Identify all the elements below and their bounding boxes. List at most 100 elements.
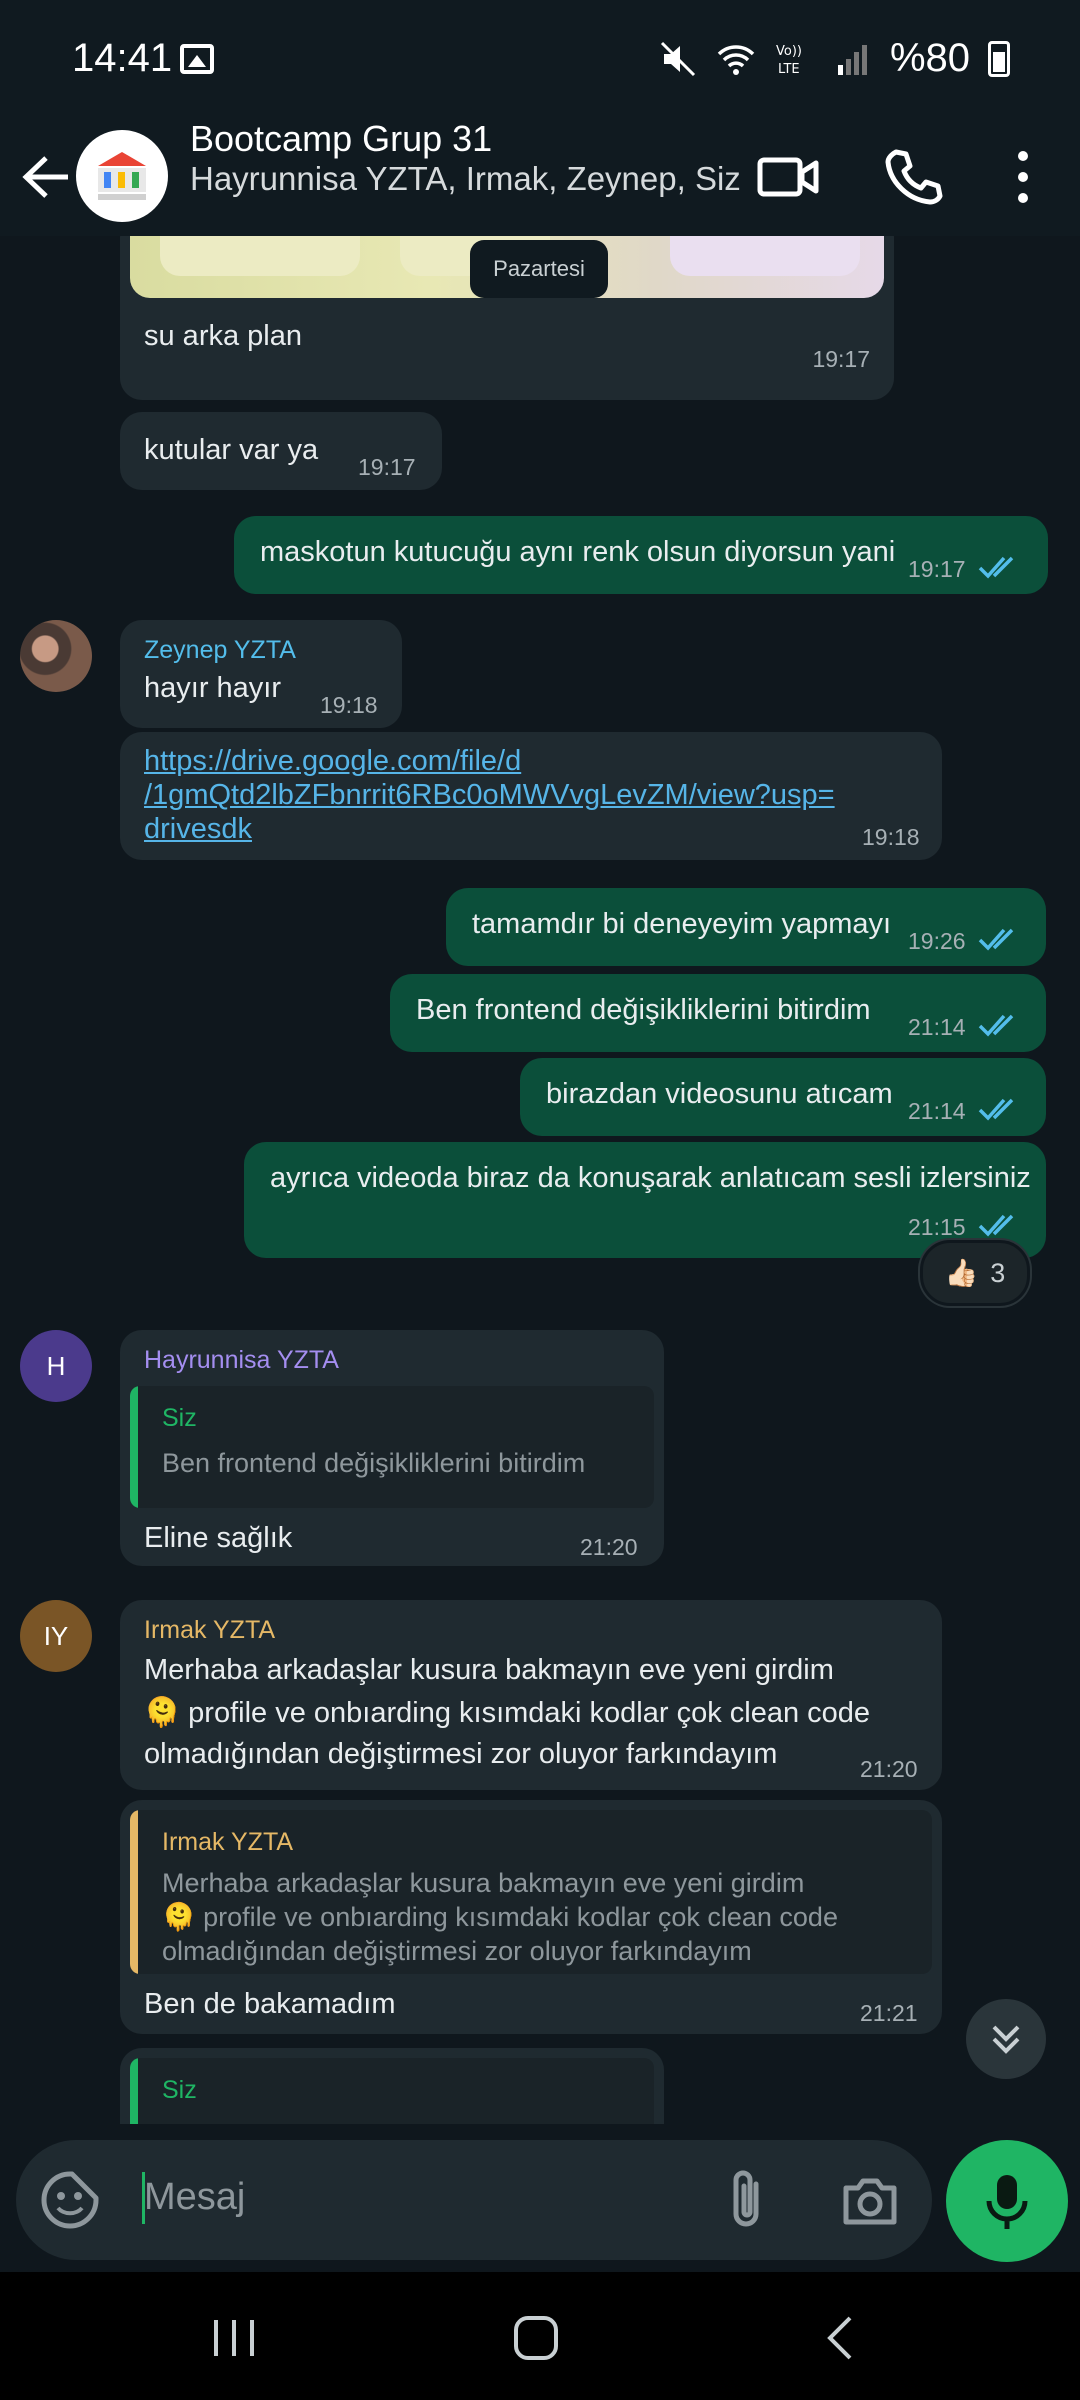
message-text: Eline sağlık	[144, 1522, 293, 1554]
message-time: 21:14	[908, 1098, 966, 1124]
wifi-icon	[717, 44, 755, 75]
quoted-text: Ben frontend değişikliklerini bitirdim	[162, 1448, 586, 1478]
more-options-icon[interactable]	[988, 142, 1058, 212]
camera-icon[interactable]	[838, 2168, 902, 2232]
message-bubble[interactable]: tamamdır bi deneyeyim yapmayı 19:26	[446, 888, 1046, 966]
read-receipt-icon	[978, 556, 1014, 579]
message-input[interactable]: Mesaj	[144, 2176, 245, 2219]
sender-name[interactable]: Irmak YZTA	[144, 1616, 275, 1645]
user-avatar-hayrunnisa[interactable]: H	[20, 1330, 92, 1402]
volte-icon: Vo)) LTE	[776, 44, 802, 77]
shared-link-line-3[interactable]: drivesdk	[144, 812, 252, 846]
message-text: su arka plan	[144, 320, 302, 352]
quoted-text-line: 🫠 profile ve onbıarding kısımdaki kodlar…	[162, 1902, 838, 1932]
message-time: 19:17	[812, 346, 870, 372]
group-avatar[interactable]	[76, 130, 168, 222]
message-bubble[interactable]: Irmak YZTA Merhaba arkadaşlar kusura bak…	[120, 1600, 942, 1790]
message-bubble[interactable]: maskotun kutucuğu aynı renk olsun diyors…	[234, 516, 1048, 594]
svg-text:LTE: LTE	[778, 62, 800, 77]
gallery-notification-icon	[180, 44, 214, 74]
message-bubble[interactable]: birazdan videosunu atıcam 21:14	[520, 1058, 1046, 1136]
read-receipt-icon	[978, 1014, 1014, 1037]
quoted-message[interactable]: Siz	[130, 2058, 654, 2124]
message-text: kutular var ya	[144, 434, 319, 466]
double-chevron-down-icon	[992, 2025, 1020, 2054]
quoted-sender: Irmak YZTA	[162, 1828, 294, 1856]
chat-members[interactable]: Hayrunnisa YZTA, Irmak, Zeynep, Siz	[190, 160, 741, 198]
message-time: 21:20	[580, 1534, 638, 1560]
recent-apps-icon[interactable]	[206, 2314, 262, 2362]
shared-link-line-1[interactable]: https://drive.google.com/file/d	[144, 744, 521, 778]
message-text: birazdan videosunu atıcam	[546, 1078, 893, 1110]
shared-link-line-2[interactable]: /1gmQtd2lbZFbnrrit6RBc0oMWVvgLevZM/view?…	[144, 778, 835, 812]
message-text: ayrıca videoda biraz da konuşarak anlatı…	[270, 1162, 1031, 1194]
thumbs-up-icon: 👍🏻	[944, 1258, 979, 1288]
battery-percent: %80	[889, 36, 970, 80]
message-text-line: Merhaba arkadaşlar kusura bakmayın eve y…	[144, 1654, 834, 1686]
quoted-text-line: Merhaba arkadaşlar kusura bakmayın eve y…	[162, 1868, 805, 1898]
system-navigation-bar	[0, 2272, 1080, 2400]
message-bubble[interactable]: ayrıca videoda biraz da konuşarak anlatı…	[244, 1142, 1046, 1258]
microphone-icon	[986, 2175, 1028, 2229]
user-avatar-irmak[interactable]: IY	[20, 1600, 92, 1672]
svg-text:Vo)): Vo))	[776, 44, 802, 59]
reaction-badge[interactable]: 👍🏻 3	[920, 1240, 1030, 1306]
message-time: 19:18	[320, 692, 378, 718]
video-call-icon[interactable]	[754, 142, 824, 212]
status-bar: 14:41 Vo)) LTE %80	[0, 0, 1080, 118]
message-bubble[interactable]: https://drive.google.com/file/d /1gmQtd2…	[120, 732, 942, 860]
battery-icon	[988, 40, 1010, 77]
quoted-sender: Siz	[162, 2076, 197, 2104]
voice-message-button[interactable]	[946, 2140, 1068, 2262]
message-time: 21:21	[860, 2000, 918, 2026]
message-time: 19:17	[908, 556, 966, 582]
message-time: 19:17	[358, 454, 416, 480]
chat-header: Bootcamp Grup 31 Hayrunnisa YZTA, Irmak,…	[0, 118, 1080, 236]
read-receipt-icon	[978, 928, 1014, 951]
voice-call-icon[interactable]	[878, 142, 948, 212]
home-icon[interactable]	[508, 2312, 564, 2364]
sticker-icon[interactable]	[38, 2168, 102, 2232]
scroll-to-bottom-button[interactable]	[966, 1999, 1046, 2079]
message-bubble[interactable]: Hayrunnisa YZTA Siz Ben frontend değişik…	[120, 1330, 664, 1566]
message-list[interactable]: su arka plan 19:17 Pazartesi kutular var…	[0, 236, 1080, 2124]
message-text: maskotun kutucuğu aynı renk olsun diyors…	[260, 536, 896, 568]
quoted-text-line: olmadığından değiştirmesi zor oluyor far…	[162, 1936, 752, 1966]
quoted-message[interactable]: Siz Ben frontend değişikliklerini bitird…	[130, 1386, 654, 1508]
message-text: Ben de bakamadım	[144, 1988, 396, 2020]
message-bubble[interactable]: Ben frontend değişikliklerini bitirdim 2…	[390, 974, 1046, 1052]
avatar-initials: H	[46, 1350, 66, 1381]
message-bubble[interactable]: Zeynep YZTA hayır hayır 19:18	[120, 620, 402, 728]
date-separator: Pazartesi	[470, 240, 608, 298]
message-composer: Mesaj	[16, 2140, 932, 2260]
sender-name[interactable]: Hayrunnisa YZTA	[144, 1346, 339, 1375]
message-bubble[interactable]: Siz	[120, 2048, 664, 2124]
quoted-sender: Siz	[162, 1404, 197, 1432]
status-time: 14:41	[72, 36, 173, 80]
message-text-line: 🫠 profile ve onbıarding kısımdaki kodlar…	[144, 1697, 871, 1729]
message-text: hayır hayır	[144, 672, 281, 704]
read-receipt-icon	[978, 1098, 1014, 1121]
back-arrow-icon[interactable]	[18, 138, 74, 216]
message-time: 19:18	[862, 824, 920, 850]
message-time: 19:26	[908, 928, 966, 954]
read-receipt-icon	[978, 1214, 1014, 1237]
message-bubble[interactable]: kutular var ya 19:17	[120, 412, 442, 490]
signal-icon	[837, 44, 867, 75]
message-text: Ben frontend değişikliklerini bitirdim	[416, 994, 871, 1026]
attach-icon[interactable]	[716, 2166, 780, 2234]
message-time: 21:14	[908, 1014, 966, 1040]
message-text-line: olmadığından değiştirmesi zor oluyor far…	[144, 1738, 778, 1770]
back-nav-icon[interactable]	[820, 2312, 860, 2364]
group-logo-icon	[98, 152, 146, 200]
user-avatar-zeynep[interactable]	[20, 620, 92, 692]
message-time: 21:15	[908, 1214, 966, 1240]
reaction-count: 3	[990, 1257, 1006, 1288]
sender-name[interactable]: Zeynep YZTA	[144, 636, 296, 665]
message-bubble[interactable]: Irmak YZTA Merhaba arkadaşlar kusura bak…	[120, 1800, 942, 2034]
chat-title[interactable]: Bootcamp Grup 31	[190, 118, 492, 160]
quoted-message[interactable]: Irmak YZTA Merhaba arkadaşlar kusura bak…	[130, 1810, 932, 1974]
avatar-initials: IY	[43, 1620, 69, 1651]
mute-icon	[660, 41, 695, 76]
message-time: 21:20	[860, 1756, 918, 1782]
